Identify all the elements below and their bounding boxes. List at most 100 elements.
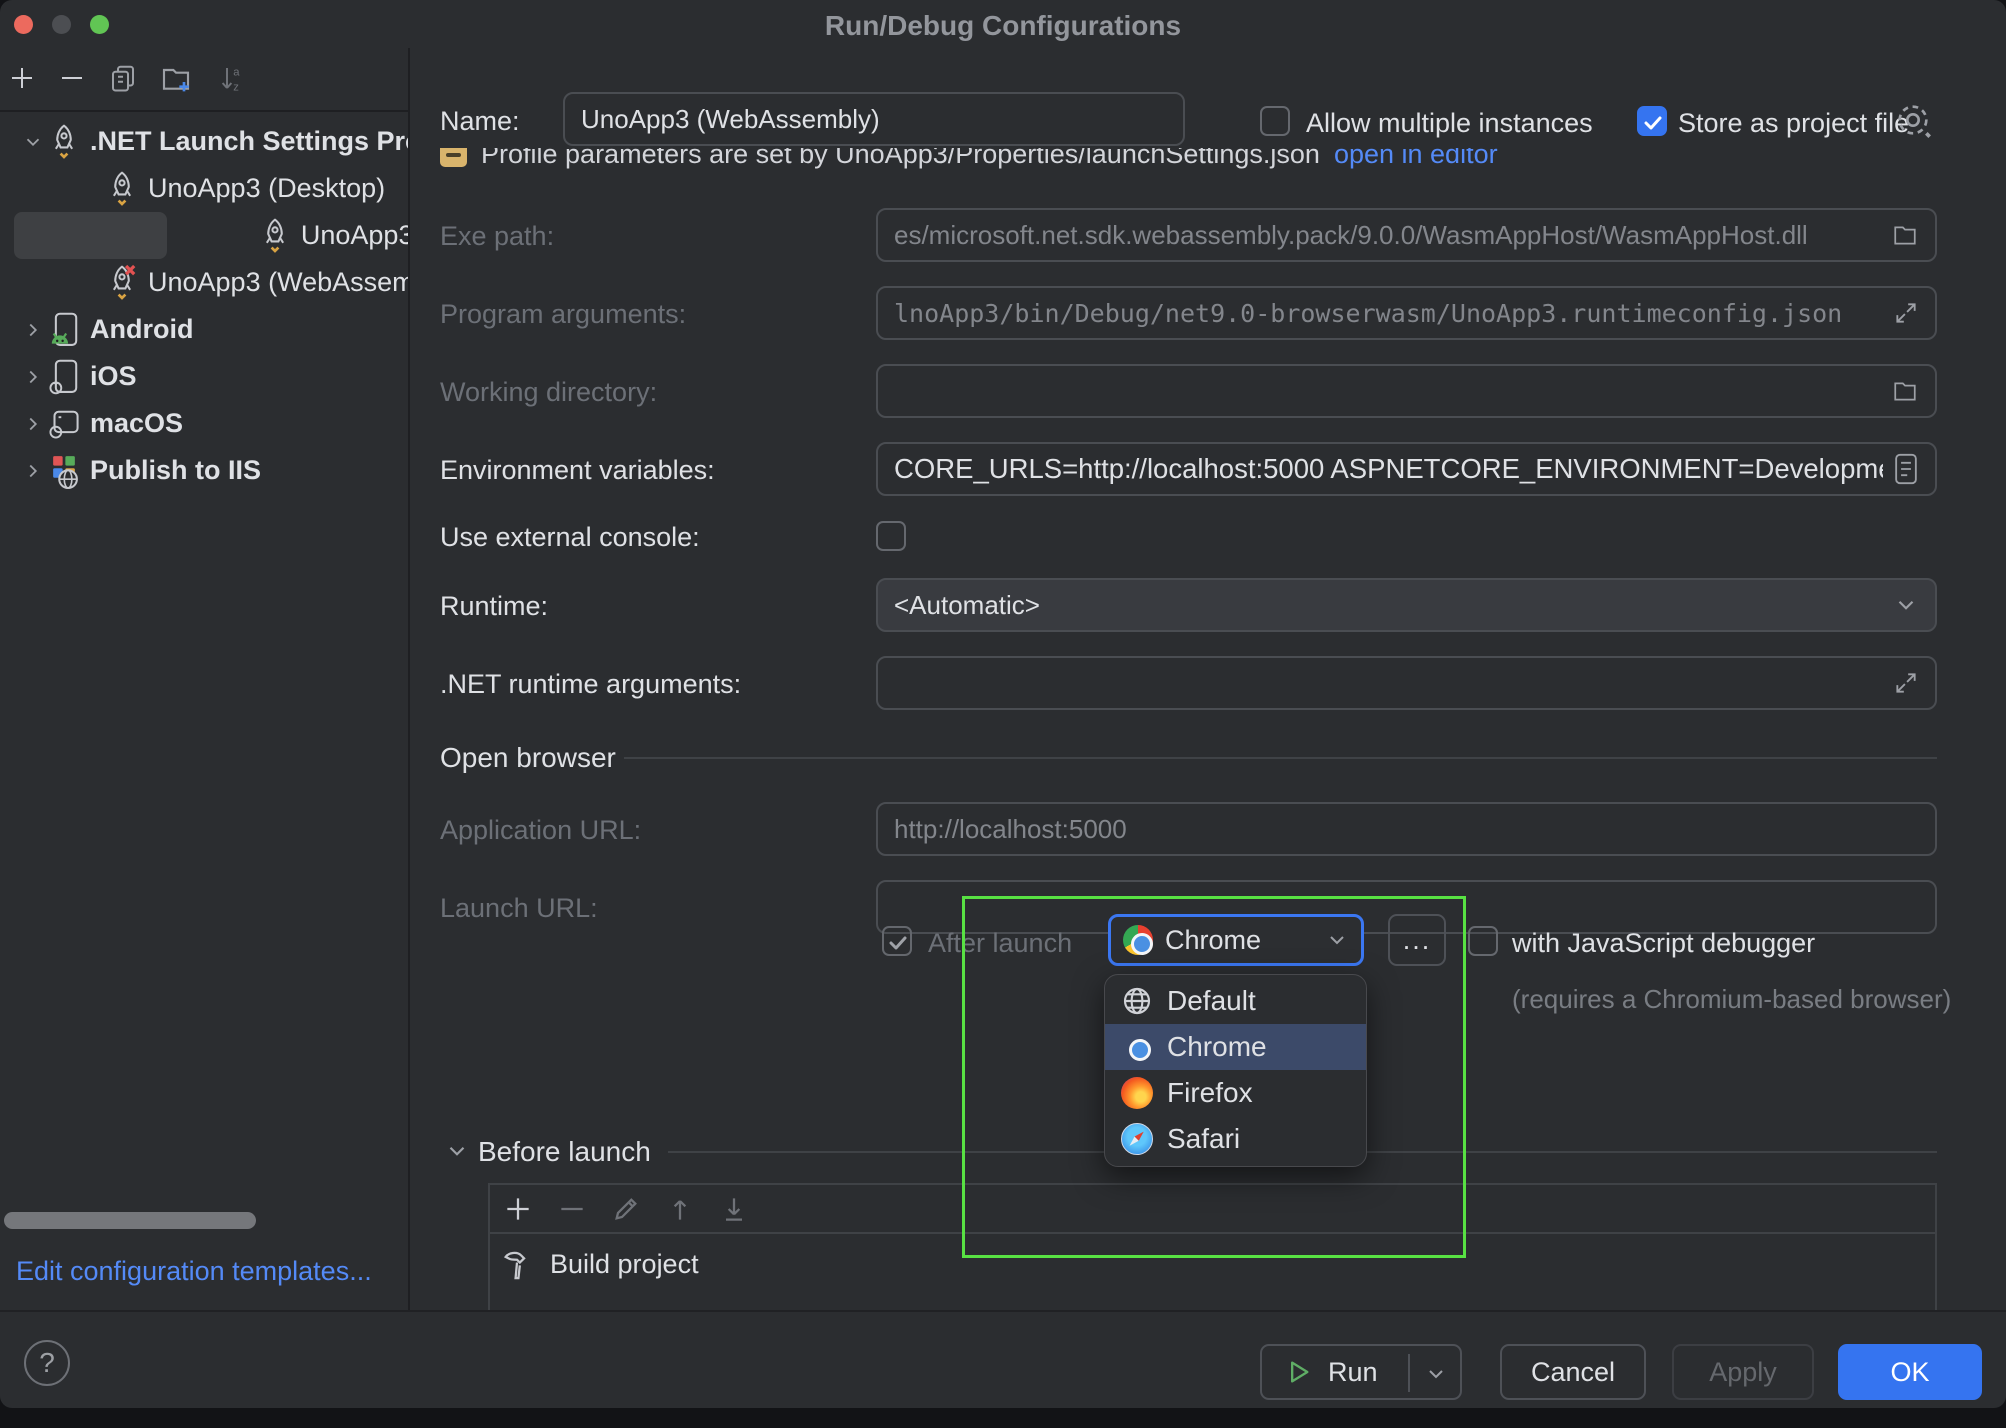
firefox-icon: [1121, 1077, 1153, 1109]
cancel-button[interactable]: Cancel: [1500, 1344, 1646, 1400]
tree-item-dotnet-launch-settings[interactable]: .NET Launch Settings Profiles: [0, 118, 408, 165]
tree-item-label: UnoApp3 (WebAssembly): [148, 267, 408, 298]
move-up-icon[interactable]: [664, 1193, 696, 1225]
remove-configuration-icon[interactable]: [52, 58, 92, 98]
chevron-right-icon[interactable]: [20, 460, 46, 482]
launch-profile-rocket-icon: [46, 123, 82, 161]
chevron-right-icon[interactable]: [20, 319, 46, 341]
run-debug-configurations-dialog: Run/Debug Configurations az: [0, 0, 2006, 1408]
launch-profile-rocket-icon: [104, 170, 140, 208]
application-url-field[interactable]: http://localhost:5000: [876, 802, 1937, 856]
copy-configuration-icon[interactable]: [103, 58, 143, 98]
list-icon[interactable]: [1893, 453, 1919, 485]
exe-path-field[interactable]: es/microsoft.net.sdk.webassembly.pack/9.…: [876, 208, 1937, 262]
allow-multiple-instances-checkbox[interactable]: [1260, 106, 1290, 136]
chevron-down-icon[interactable]: [20, 131, 46, 153]
popup-item-label: Safari: [1167, 1123, 1240, 1155]
chrome-icon: [1123, 925, 1153, 955]
sort-configurations-icon[interactable]: az: [212, 58, 252, 98]
environment-variables-field[interactable]: CORE_URLS=http://localhost:5000 ASPNETCO…: [876, 442, 1937, 496]
apply-button[interactable]: Apply: [1672, 1344, 1814, 1400]
horizontal-scrollbar[interactable]: [4, 1212, 256, 1229]
before-launch-item-build-project[interactable]: Build project: [500, 1247, 699, 1281]
folder-icon[interactable]: [1891, 378, 1919, 404]
tree-item-publish-to-iis[interactable]: Publish to IIS: [0, 447, 408, 494]
net-runtime-arguments-field[interactable]: [876, 656, 1937, 710]
sidebar-toolbar: az: [0, 48, 408, 110]
tree-item-label: Android: [90, 314, 193, 345]
help-button[interactable]: ?: [24, 1340, 70, 1386]
before-launch-panel: Build project: [488, 1183, 1937, 1310]
runtime-dropdown[interactable]: <Automatic>: [876, 578, 1937, 632]
browser-select[interactable]: Chrome: [1108, 914, 1364, 966]
chevron-right-icon[interactable]: [20, 366, 46, 388]
chevron-down-icon: [1325, 928, 1349, 952]
ok-button[interactable]: OK: [1838, 1344, 1982, 1400]
svg-text:z: z: [233, 82, 239, 94]
configurations-sidebar: az .NET Launch Settings Profiles UnoApp3…: [0, 48, 408, 1310]
tree-item-android[interactable]: Android: [0, 306, 408, 353]
tree-item-unoapp3-webassembly-error[interactable]: UnoApp3 (WebAssembly): [0, 259, 408, 306]
folder-icon[interactable]: [1891, 222, 1919, 248]
open-in-editor-link[interactable]: open in editor: [1334, 148, 1498, 170]
safari-icon: [1121, 1123, 1153, 1155]
chevron-down-icon: [1893, 592, 1919, 618]
program-arguments-field[interactable]: lnoApp3/bin/Debug/net9.0-browserwasm/Uno…: [876, 286, 1937, 340]
sidebar-toolbar-separator: [0, 110, 408, 112]
tree-item-unoapp3-desktop[interactable]: UnoApp3 (Desktop): [0, 165, 408, 212]
popup-item-safari[interactable]: Safari: [1105, 1116, 1366, 1162]
popup-item-default[interactable]: Default: [1105, 978, 1366, 1024]
browser-select-value: Chrome: [1165, 925, 1325, 956]
edit-pencil-icon[interactable]: [610, 1193, 642, 1225]
browser-more-button[interactable]: ...: [1388, 914, 1446, 966]
launch-profile-rocket-icon: [257, 217, 293, 255]
name-label: Name:: [440, 106, 520, 137]
js-debugger-label: with JavaScript debugger: [1512, 928, 1815, 959]
js-debugger-checkbox[interactable]: [1468, 926, 1498, 956]
edit-configuration-templates-link[interactable]: Edit configuration templates...: [16, 1256, 372, 1287]
run-options-chevron-down-icon[interactable]: [1424, 1362, 1448, 1386]
run-button[interactable]: Run: [1260, 1344, 1462, 1400]
browser-popup: Default Chrome Firefox Safari: [1104, 974, 1367, 1167]
before-launch-toolbar-separator: [488, 1232, 1937, 1234]
gear-icon[interactable]: [1893, 100, 1933, 140]
chromium-note: (requires a Chromium-based browser): [1512, 984, 1951, 1015]
warning-text: Profile parameters are set by UnoApp3/Pr…: [481, 148, 1320, 170]
expand-icon[interactable]: [1893, 670, 1919, 696]
globe-icon: [1121, 985, 1153, 1017]
working-directory-field[interactable]: [876, 364, 1937, 418]
add-icon[interactable]: [502, 1193, 534, 1225]
after-launch-checkbox[interactable]: [882, 926, 912, 956]
chevron-right-icon[interactable]: [20, 413, 46, 435]
store-as-project-file-checkbox[interactable]: [1637, 106, 1667, 136]
new-folder-icon[interactable]: [156, 58, 196, 98]
use-external-console-label: Use external console:: [440, 522, 700, 553]
move-down-icon[interactable]: [718, 1193, 750, 1225]
tree-item-macos[interactable]: macOS: [0, 400, 408, 447]
application-url-label: Application URL:: [440, 815, 641, 846]
name-input[interactable]: UnoApp3 (WebAssembly): [563, 92, 1185, 146]
launch-url-label: Launch URL:: [440, 893, 598, 924]
tree-item-label: macOS: [90, 408, 183, 439]
popup-item-label: Firefox: [1167, 1077, 1253, 1109]
launch-profile-rocket-error-icon: [104, 264, 140, 302]
store-as-project-file-label: Store as project file: [1678, 108, 1909, 139]
popup-item-firefox[interactable]: Firefox: [1105, 1070, 1366, 1116]
add-configuration-icon[interactable]: [2, 58, 42, 98]
play-icon: [1284, 1358, 1312, 1386]
svg-text:a: a: [233, 67, 240, 79]
before-launch-toolbar: [502, 1193, 750, 1225]
tree-item-ios[interactable]: iOS: [0, 353, 408, 400]
remove-icon[interactable]: [556, 1193, 588, 1225]
tree-item-unoapp3-webassembly-selected[interactable]: UnoApp3 (WebAssembly): [0, 212, 408, 259]
tree-item-label: .NET Launch Settings Profiles: [90, 126, 408, 157]
allow-multiple-instances-label: Allow multiple instances: [1306, 108, 1593, 139]
use-external-console-checkbox[interactable]: [876, 521, 906, 551]
window-title: Run/Debug Configurations: [0, 10, 2006, 42]
open-browser-section-title: Open browser: [440, 742, 616, 774]
popup-item-chrome[interactable]: Chrome: [1105, 1024, 1366, 1070]
before-launch-section-title: Before launch: [478, 1136, 651, 1168]
before-launch-chevron-down-icon[interactable]: [444, 1138, 470, 1164]
expand-icon[interactable]: [1893, 300, 1919, 326]
open-browser-section-line: [624, 757, 1937, 759]
